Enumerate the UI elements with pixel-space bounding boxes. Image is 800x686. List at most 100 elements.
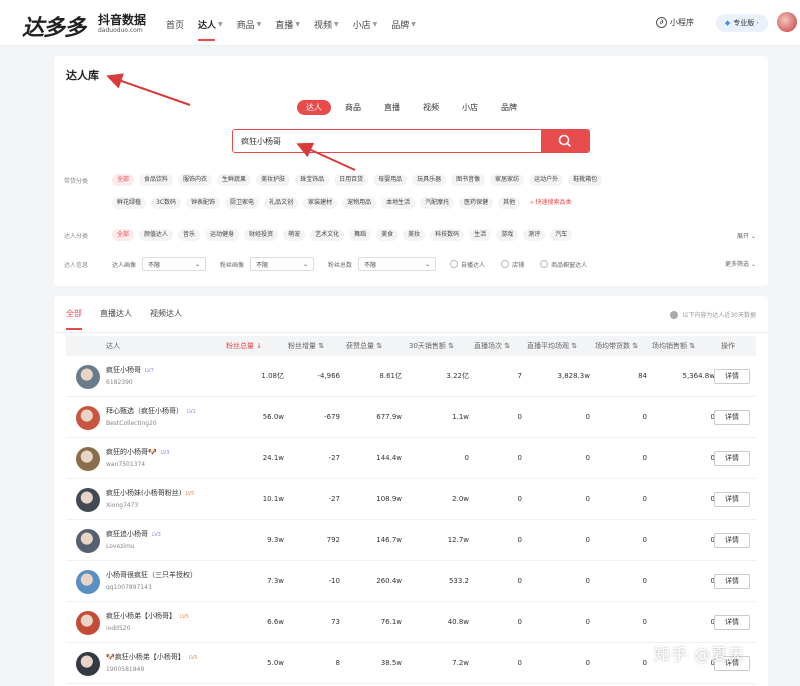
col-live-count[interactable]: 直播场次 ⇅ xyxy=(474,336,510,356)
category-tag[interactable]: 厨卫家电 xyxy=(225,197,260,209)
search-tab-brand[interactable]: 品牌 xyxy=(492,100,526,115)
talent-avatar[interactable] xyxy=(76,365,100,389)
nav-talent[interactable]: 达人 ▼ xyxy=(198,17,223,41)
tab-all[interactable]: 全部 xyxy=(66,308,82,330)
detail-button[interactable]: 详情 xyxy=(714,410,750,425)
category-tag[interactable]: 医药保健 xyxy=(459,197,494,209)
mini-program-link[interactable]: ∂ 小程序 xyxy=(656,17,694,28)
talent-tag[interactable]: 生活 xyxy=(469,229,492,241)
talent-name[interactable]: 小杨哥很疯狂（三只羊授权） xyxy=(106,570,201,580)
tab-video-talent[interactable]: 视频达人 xyxy=(150,308,182,322)
talent-avatar[interactable] xyxy=(76,447,100,471)
talent-name[interactable]: 疯狂追小杨哥 LV3 xyxy=(106,529,161,539)
category-tag[interactable]: 本地生活 xyxy=(381,197,416,209)
category-tag[interactable]: 运动户外 xyxy=(529,174,564,186)
nav-home[interactable]: 首页 xyxy=(166,17,184,31)
user-avatar[interactable] xyxy=(777,12,797,32)
category-tag[interactable]: 3C数码 xyxy=(151,197,182,209)
tab-live-talent[interactable]: 直播达人 xyxy=(100,308,132,322)
table-row[interactable]: 疯狂追小杨哥 LV3 Lovezimu 9.3w 792 146.7w 12.7w 0 0 0 0 详… xyxy=(66,520,756,561)
talent-tag[interactable]: 音乐 xyxy=(178,229,201,241)
talent-name[interactable]: 🐶疯狂小杨弟【小杨哥】 LV5 xyxy=(106,652,198,662)
nav-shop[interactable]: 小店 ▼ xyxy=(353,17,378,31)
talent-tag[interactable]: 美食 xyxy=(376,229,399,241)
talent-name[interactable]: 疯狂小杨哥 LV7 xyxy=(106,365,154,375)
category-tag[interactable]: 全部 xyxy=(112,174,135,186)
table-row[interactable]: 疯狂小杨弟【小杨哥】 LV5 iodd520 6.6w 73 76.1w 40.8w 0 0 0 0… xyxy=(66,602,756,643)
detail-button[interactable]: 详情 xyxy=(714,615,750,630)
col-30day-sales[interactable]: 30天销售额 ⇅ xyxy=(409,336,454,356)
talent-avatar[interactable] xyxy=(76,652,100,676)
category-tag[interactable]: 珠宝饰品 xyxy=(295,174,330,186)
category-tag[interactable]: 汽配摩托 xyxy=(420,197,455,209)
detail-button[interactable]: 详情 xyxy=(714,533,750,548)
talent-tag[interactable]: 舞蹈 xyxy=(349,229,372,241)
category-tag[interactable]: 钟表配饰 xyxy=(186,197,221,209)
category-tag[interactable]: 鲜花绿植 xyxy=(112,197,147,209)
portrait-select[interactable]: 不限 ⌄ xyxy=(142,257,207,271)
fans-total-select[interactable]: 不限 ⌄ xyxy=(358,257,437,271)
talent-tag[interactable]: 颜值达人 xyxy=(139,229,174,241)
talent-tag[interactable]: 美妆 xyxy=(403,229,426,241)
talent-tag[interactable]: 汽车 xyxy=(550,229,573,241)
col-fans-increase[interactable]: 粉丝增量 ⇅ xyxy=(288,336,324,356)
quick-category-search-link[interactable]: ⌕ 快速搜索品类 xyxy=(525,197,577,209)
table-row[interactable]: 疯狂的小杨哥🐶 LV3 wan7501374 24.1w -27 144.4w 0 0 0 0 0 详… xyxy=(66,438,756,479)
category-tag[interactable]: 鞋靴箱包 xyxy=(568,174,603,186)
talent-tag[interactable]: 萌宠 xyxy=(283,229,306,241)
category-tag[interactable]: 礼品文创 xyxy=(264,197,299,209)
col-fans-total[interactable]: 粉丝总量 ↓ xyxy=(226,336,262,356)
detail-button[interactable]: 详情 xyxy=(714,574,750,589)
category-tag[interactable]: 宠物用品 xyxy=(342,197,377,209)
detail-button[interactable]: 详情 xyxy=(714,369,750,384)
search-tab-talent[interactable]: 达人 xyxy=(297,100,331,115)
category-tag[interactable]: 图书音像 xyxy=(451,174,486,186)
nav-products[interactable]: 商品 ▼ xyxy=(237,17,262,31)
talent-tag[interactable]: 游戏 xyxy=(496,229,519,241)
category-tag[interactable]: 其他 xyxy=(498,197,521,209)
category-tag[interactable]: 家居家纺 xyxy=(490,174,525,186)
detail-button[interactable]: 详情 xyxy=(714,492,750,507)
site-logo[interactable]: 达多多 xyxy=(22,10,86,42)
talent-tag[interactable]: 运动健身 xyxy=(205,229,240,241)
category-tag[interactable]: 生鲜蔬果 xyxy=(217,174,252,186)
col-live-avg-views[interactable]: 直播平均场观 ⇅ xyxy=(527,336,577,356)
talent-avatar[interactable] xyxy=(76,611,100,635)
search-tab-shop[interactable]: 小店 xyxy=(453,100,487,115)
expand-button[interactable]: 展开 ⌄ xyxy=(737,231,756,240)
search-tab-video[interactable]: 视频 xyxy=(414,100,448,115)
talent-name[interactable]: 疯狂小杨妹(小杨哥粉丝) LV5 xyxy=(106,488,194,498)
category-tag[interactable]: 美妆护肤 xyxy=(256,174,291,186)
talent-tag[interactable]: 科技数码 xyxy=(430,229,465,241)
talent-tag[interactable]: 财经投资 xyxy=(244,229,279,241)
category-tag[interactable]: 家装建材 xyxy=(303,197,338,209)
col-avg-goods[interactable]: 场均带货数 ⇅ xyxy=(595,336,638,356)
category-tag[interactable]: 食品饮料 xyxy=(139,174,174,186)
search-button[interactable] xyxy=(541,130,589,152)
category-tag[interactable]: 玩具乐器 xyxy=(412,174,447,186)
table-row[interactable]: 疯狂小杨哥 LV7 6182390 1.08亿 -4,966 8.61亿 3.22亿 7 3,8… xyxy=(66,356,756,397)
category-tag[interactable]: 母婴用品 xyxy=(373,174,408,186)
search-input[interactable] xyxy=(233,130,541,152)
nav-live[interactable]: 直播 ▼ xyxy=(275,17,300,31)
pro-version-badge[interactable]: ◆ 专业版 › xyxy=(716,14,768,32)
talent-tag[interactable]: 全部 xyxy=(112,229,135,241)
store-checkbox[interactable]: 店铺 xyxy=(501,260,524,269)
talent-avatar[interactable] xyxy=(76,406,100,430)
nav-brand[interactable]: 品牌 ▼ xyxy=(391,17,416,31)
col-likes-total[interactable]: 获赞总量 ⇅ xyxy=(346,336,382,356)
talent-name[interactable]: 疯狂的小杨哥🐶 LV3 xyxy=(106,447,170,457)
talent-avatar[interactable] xyxy=(76,488,100,512)
talent-avatar[interactable] xyxy=(76,529,100,553)
table-row[interactable]: 小杨哥很疯狂（三只羊授权） qq1007897143 7.3w -10 260.4w 53… xyxy=(66,561,756,602)
table-row[interactable]: 疯狂小杨妹(小杨哥粉丝) LV5 Xiong7473 10.1w -27 108.9w 2.… xyxy=(66,479,756,520)
self-live-checkbox[interactable]: 自播达人 xyxy=(450,260,485,269)
more-filters-button[interactable]: 更多筛选 ⌄ xyxy=(725,259,756,268)
search-tab-products[interactable]: 商品 xyxy=(336,100,370,115)
detail-button[interactable]: 详情 xyxy=(714,451,750,466)
talent-avatar[interactable] xyxy=(76,570,100,594)
talent-tag[interactable]: 艺术文化 xyxy=(310,229,345,241)
search-tab-live[interactable]: 直播 xyxy=(375,100,409,115)
col-avg-sales[interactable]: 场均销售额 ⇅ xyxy=(652,336,695,356)
nav-video[interactable]: 视频 ▼ xyxy=(314,17,339,31)
